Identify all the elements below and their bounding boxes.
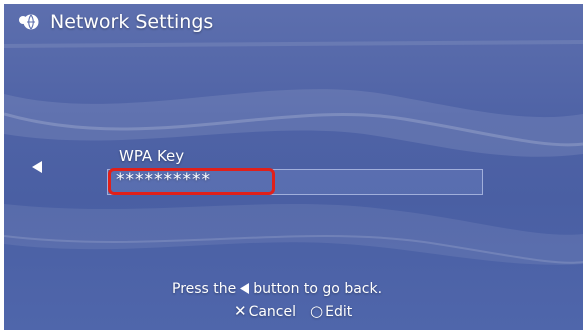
hint-suffix: button to go back. bbox=[253, 281, 383, 297]
cross-icon: ✕ bbox=[234, 302, 247, 320]
title-bar: Network Settings bbox=[4, 4, 583, 42]
back-hint: Press the button to go back. bbox=[172, 281, 382, 297]
left-arrow-icon bbox=[240, 283, 250, 294]
edit-label: Edit bbox=[325, 304, 353, 320]
circle-icon: ○ bbox=[310, 302, 324, 320]
window-title: Network Settings bbox=[50, 11, 214, 33]
network-globe-icon bbox=[19, 14, 39, 30]
psp-screen: Network Settings WPA Key ********** Pres… bbox=[4, 4, 583, 330]
wpa-key-label: WPA Key bbox=[119, 147, 185, 165]
back-arrow-icon[interactable] bbox=[32, 161, 42, 173]
cancel-button[interactable]: ✕ Cancel bbox=[234, 302, 296, 320]
cancel-label: Cancel bbox=[248, 304, 297, 320]
highlight-annotation bbox=[108, 168, 275, 195]
hint-prefix: Press the bbox=[172, 281, 237, 297]
button-guide: ✕ Cancel ○ Edit bbox=[234, 302, 366, 320]
edit-button[interactable]: ○ Edit bbox=[310, 302, 352, 320]
